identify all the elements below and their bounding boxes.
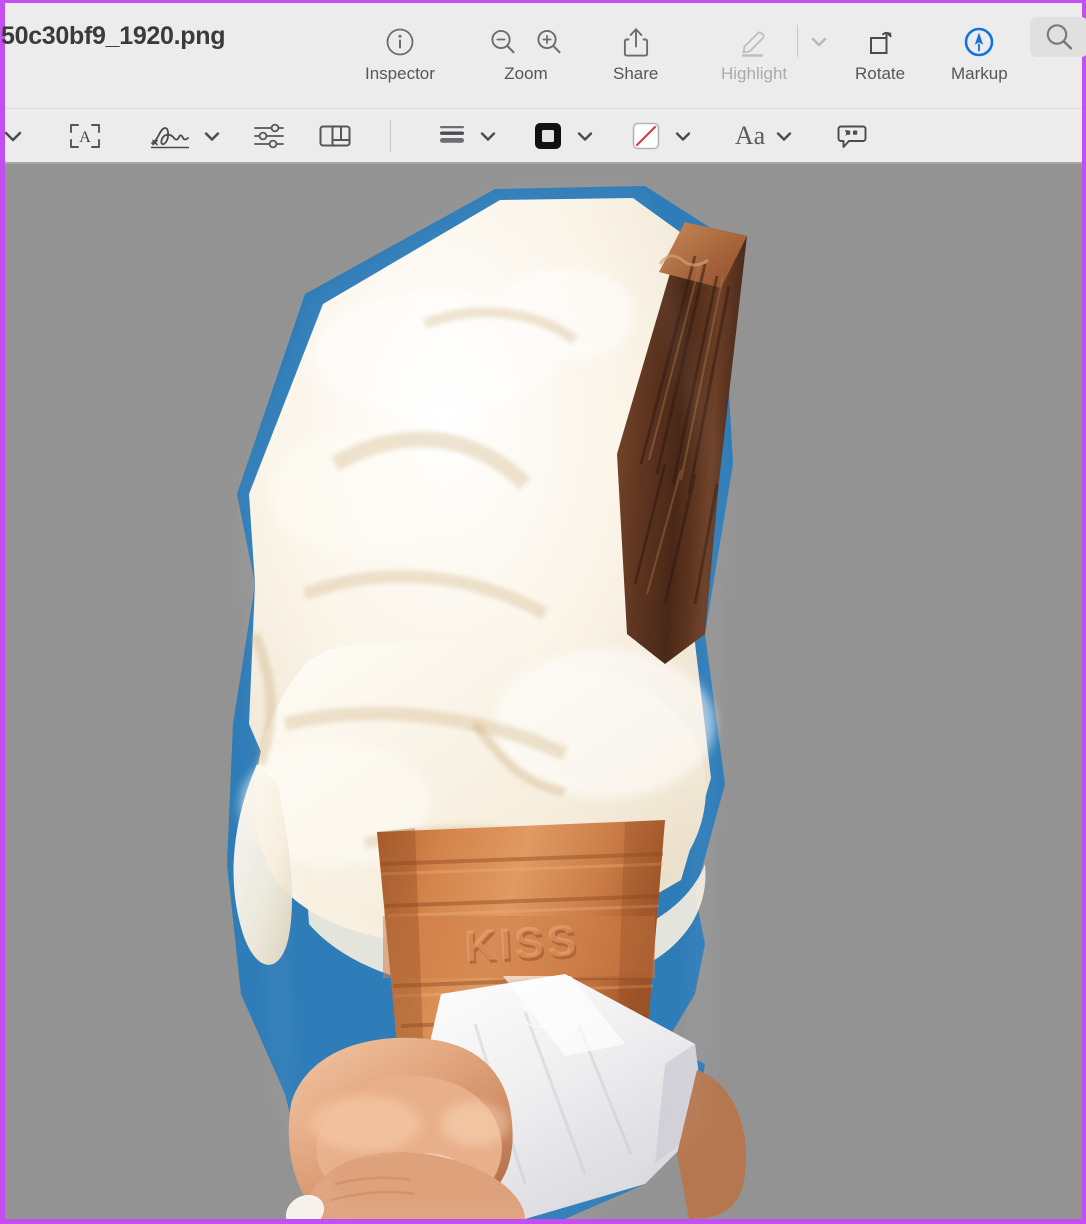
markup-toolbar-divider <box>390 120 391 152</box>
chevron-down-icon <box>776 132 792 141</box>
info-circle-icon <box>384 21 416 63</box>
toolbar-label-highlight: Highlight <box>721 64 788 83</box>
markup-tool-selection-tools[interactable] <box>0 109 35 163</box>
toolbar-button-inspector[interactable]: Inspector <box>365 21 435 84</box>
highlight-options-dropdown[interactable] <box>808 21 830 63</box>
window-toolbar: 50c30bf9_1920.png Inspector Zoom Share H… <box>1 3 1086 108</box>
toolbar-label-rotate: Rotate <box>855 64 906 83</box>
toolbar-button-markup[interactable]: Markup <box>951 21 1008 84</box>
svg-text:KISS: KISS <box>463 916 580 971</box>
border-color-swatch-icon <box>535 123 561 149</box>
markup-tool-annotation-note[interactable] <box>827 109 877 163</box>
magnifier-minus-icon <box>491 29 515 54</box>
window-title: 50c30bf9_1920.png <box>1 22 226 50</box>
markup-tool-frames[interactable] <box>311 109 359 163</box>
preview-window: 50c30bf9_1920.png Inspector Zoom Share H… <box>0 0 1086 1224</box>
ice-cream-cone-photo: KISS KISS <box>5 164 1082 1219</box>
image-canvas[interactable]: KISS KISS <box>5 164 1082 1219</box>
toolbar-label-markup: Markup <box>951 64 1008 83</box>
toolbar-button-zoom[interactable]: Zoom <box>488 21 564 84</box>
sliders-icon <box>254 123 284 149</box>
signature-icon <box>150 127 189 149</box>
photo-container: KISS KISS <box>5 164 1082 1219</box>
chevron-down-icon <box>4 131 22 142</box>
speech-bubble-icon <box>837 125 867 148</box>
magnifier-plus-icon <box>537 29 561 54</box>
svg-text:A: A <box>79 129 91 146</box>
markup-tool-shape-style[interactable] <box>433 109 503 163</box>
highlight-pen-icon <box>737 21 771 63</box>
markup-tool-signature[interactable] <box>145 109 225 163</box>
toolbar-divider <box>797 25 799 57</box>
chevron-down-icon <box>577 132 593 141</box>
toolbar-label-share: Share <box>613 64 659 83</box>
text-box-icon: A <box>70 124 100 148</box>
toolbar-label-zoom: Zoom <box>504 64 548 83</box>
toolbar-button-highlight[interactable]: Highlight <box>721 21 787 84</box>
markup-tool-fill-color[interactable] <box>625 109 699 163</box>
markup-tool-text-style[interactable]: Aa <box>727 109 803 163</box>
share-up-arrow-icon <box>620 21 652 63</box>
shape-style-lines-icon <box>440 126 464 143</box>
search-field[interactable] <box>1030 17 1086 57</box>
font-style-icon: Aa <box>734 121 766 150</box>
markup-pen-circle-icon <box>962 21 996 63</box>
toolbar-button-share[interactable]: Share <box>613 21 658 84</box>
chevron-down-icon <box>675 132 691 141</box>
chevron-down-icon <box>480 132 496 141</box>
toolbar-label-inspector: Inspector <box>365 64 435 83</box>
zoom-icons-wrapper <box>488 21 564 63</box>
markup-tool-text-box[interactable]: A <box>60 109 110 163</box>
search-icon <box>1046 24 1073 50</box>
rotate-square-icon <box>863 21 897 63</box>
chevron-down-icon <box>808 21 830 63</box>
markup-tool-adjust-color[interactable] <box>245 109 293 163</box>
toolbar-button-rotate[interactable]: Rotate <box>855 21 905 84</box>
markup-tool-border-color[interactable] <box>527 109 601 163</box>
markup-toolbar: A Aa <box>4 108 1082 164</box>
fill-none-swatch-icon <box>632 122 660 150</box>
chevron-down-icon <box>204 132 219 141</box>
rectangle-split-icon <box>319 125 351 147</box>
